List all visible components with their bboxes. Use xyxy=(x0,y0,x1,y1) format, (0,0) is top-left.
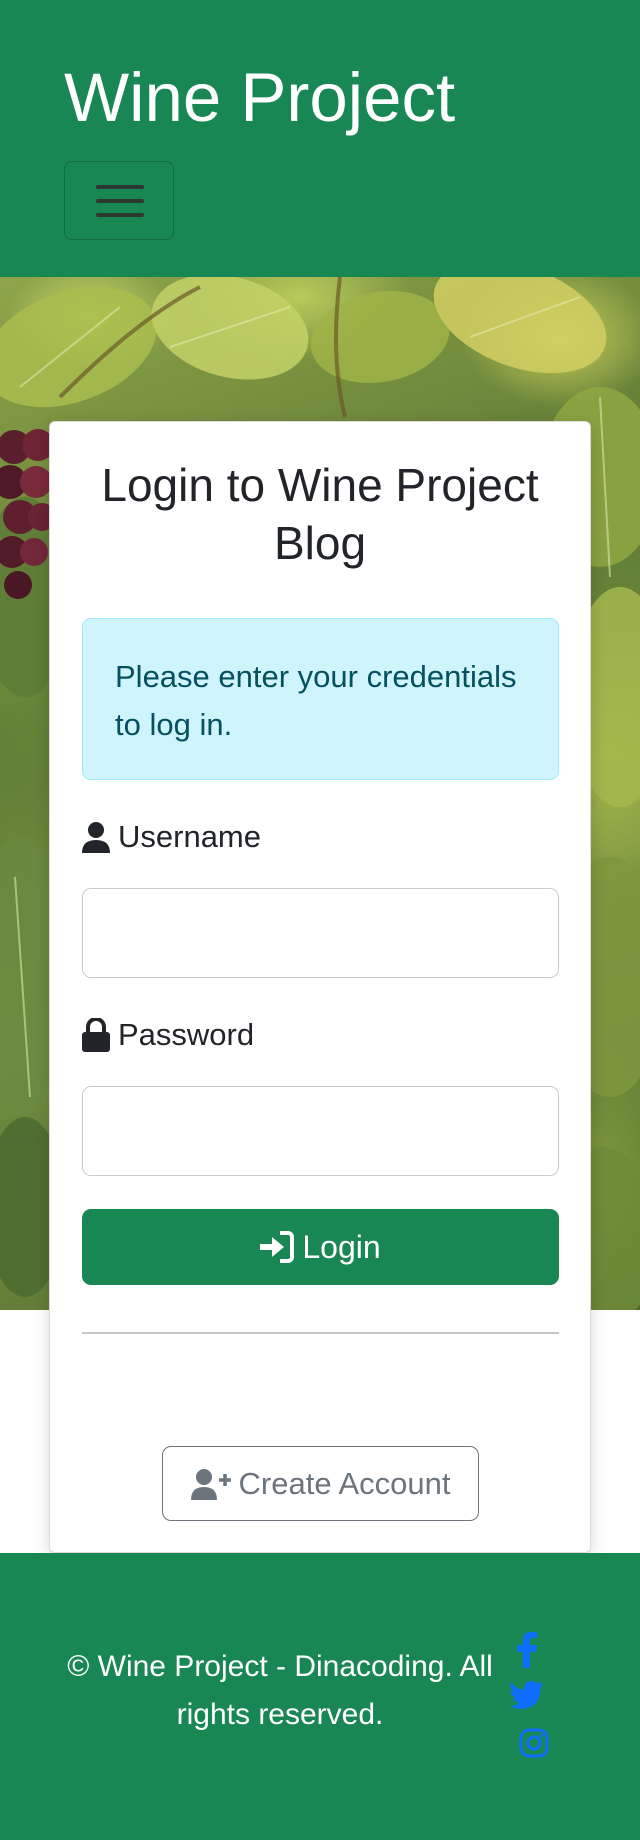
facebook-icon[interactable] xyxy=(516,1632,538,1673)
user-icon xyxy=(82,822,110,853)
navbar: Wine Project xyxy=(0,0,640,277)
login-card: Login to Wine Project Blog Please enter … xyxy=(49,421,591,1553)
hamburger-menu-icon-bar xyxy=(96,199,144,203)
sign-in-icon xyxy=(260,1231,295,1263)
footer: © Wine Project - Dinacoding. All rights … xyxy=(0,1553,640,1840)
password-label: Password xyxy=(82,1015,254,1055)
login-title: Login to Wine Project Blog xyxy=(101,459,539,569)
user-plus-icon xyxy=(190,1468,231,1500)
brand-title[interactable]: Wine Project xyxy=(64,58,455,138)
copyright-text: © Wine Project - Dinacoding. All rights … xyxy=(67,1650,493,1731)
instagram-icon[interactable] xyxy=(519,1728,549,1763)
info-alert: Please enter your credentials to log in. xyxy=(82,618,559,780)
divider xyxy=(82,1332,559,1334)
password-label-text: Password xyxy=(118,1017,255,1052)
twitter-icon[interactable] xyxy=(510,1681,544,1714)
username-label: Username xyxy=(82,817,261,857)
username-input[interactable] xyxy=(82,888,559,978)
login-button[interactable]: Login xyxy=(82,1209,559,1285)
login-button-label: Login xyxy=(302,1228,381,1265)
hamburger-menu-icon xyxy=(96,185,144,189)
username-label-text: Username xyxy=(118,819,261,854)
menu-toggle-button[interactable] xyxy=(64,161,174,240)
password-input[interactable] xyxy=(82,1086,559,1176)
lock-icon xyxy=(82,1018,110,1052)
create-account-button[interactable]: Create Account xyxy=(162,1446,479,1521)
hamburger-menu-icon-bar xyxy=(96,213,144,217)
create-account-label: Create Account xyxy=(238,1465,451,1501)
